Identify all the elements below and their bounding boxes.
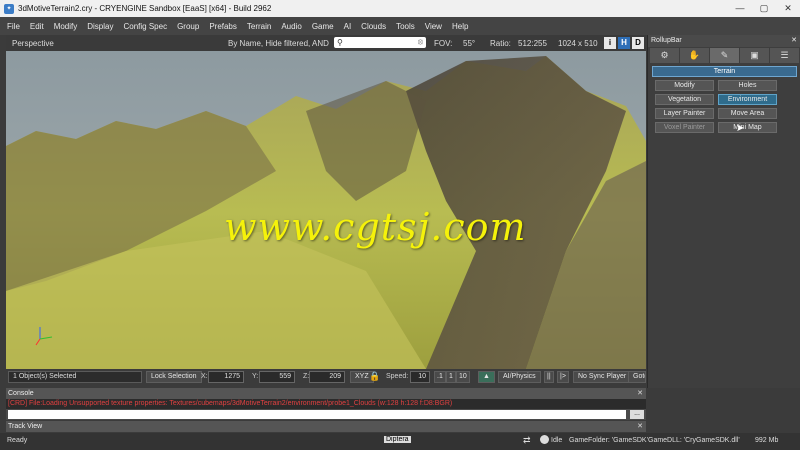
console-title: Console bbox=[8, 390, 34, 397]
menu-display[interactable]: Display bbox=[82, 22, 118, 31]
fov-value[interactable]: 55° bbox=[463, 39, 475, 48]
layers-icon[interactable]: ☰ bbox=[770, 48, 799, 63]
console-options-button[interactable]: ... bbox=[630, 410, 644, 419]
viewport-search-input[interactable]: ⚲ ⦻ bbox=[334, 37, 426, 48]
terrain-section-header[interactable]: Terrain bbox=[652, 66, 797, 77]
viewport-header: Perspective By Name, Hide filtered, AND … bbox=[6, 35, 646, 51]
info-button[interactable]: i bbox=[604, 37, 616, 49]
status-light-icon bbox=[540, 435, 549, 444]
console-input[interactable] bbox=[8, 410, 626, 419]
speed-preset-10[interactable]: 10 bbox=[456, 371, 470, 383]
menu-group[interactable]: Group bbox=[172, 22, 204, 31]
terrain-tab-brush-icon[interactable]: ✎ bbox=[710, 48, 739, 63]
step-button[interactable]: |> bbox=[557, 371, 569, 383]
menu-help[interactable]: Help bbox=[447, 22, 473, 31]
shuffle-icon: ⇄ bbox=[523, 435, 531, 445]
search-icon: ⚲ bbox=[337, 38, 343, 47]
x-label: X: bbox=[201, 373, 208, 380]
viewport-filter-label[interactable]: By Name, Hide filtered, AND bbox=[228, 39, 329, 48]
menu-terrain[interactable]: Terrain bbox=[242, 22, 276, 31]
menu-config-spec[interactable]: Config Spec bbox=[118, 22, 172, 31]
window-titlebar: ✦ 3dMotiveTerrain2.cry - CRYENGINE Sandb… bbox=[0, 0, 800, 17]
trackview-title: Track View bbox=[8, 423, 43, 430]
speed-preset-1[interactable]: 1 bbox=[446, 371, 456, 383]
menu-audio[interactable]: Audio bbox=[276, 22, 306, 31]
rollup-header: RollupBar ✕ bbox=[648, 35, 800, 47]
vegetation-button[interactable]: Vegetation bbox=[655, 94, 714, 105]
lock-icon[interactable]: 🔒 bbox=[369, 371, 380, 382]
close-button[interactable]: ✕ bbox=[776, 3, 800, 14]
console-log: [CRD] File:Loading Unsupported texture p… bbox=[6, 399, 646, 409]
menu-modify[interactable]: Modify bbox=[49, 22, 83, 31]
status-game-folder: GameFolder: 'GameSDK' bbox=[569, 437, 648, 444]
mouse-cursor-icon: ➤ bbox=[736, 123, 745, 134]
status-idle: Idle bbox=[551, 437, 563, 444]
hand-icon[interactable]: ✋ bbox=[680, 48, 709, 63]
app-icon: ✦ bbox=[4, 3, 14, 14]
status-bar: Ready Diptera ⇄ Idle GameFolder: 'GameSD… bbox=[0, 433, 800, 450]
voxel-painter-button[interactable]: Voxel Painter bbox=[655, 122, 714, 133]
menu-edit[interactable]: Edit bbox=[25, 22, 49, 31]
clear-search-icon[interactable]: ⦻ bbox=[418, 37, 423, 47]
status-ready: Ready bbox=[7, 437, 28, 444]
perspective-viewport[interactable]: www.cgtsj.com bbox=[6, 51, 646, 369]
helpers-button[interactable]: H bbox=[618, 37, 630, 49]
fov-label: FOV: bbox=[434, 38, 453, 48]
menu-ai[interactable]: AI bbox=[339, 22, 357, 31]
console-input-row: ... bbox=[6, 409, 646, 420]
console-header: Console ✕ bbox=[6, 388, 646, 399]
rollup-tabs: ⚙ ✋ ✎ ▣ ☰ bbox=[650, 48, 799, 64]
close-icon[interactable]: ✕ bbox=[637, 421, 643, 432]
rollup-title: RollupBar bbox=[651, 37, 682, 44]
minimize-button[interactable]: — bbox=[728, 3, 752, 14]
menu-file[interactable]: File bbox=[2, 22, 25, 31]
menu-game[interactable]: Game bbox=[307, 22, 339, 31]
status-memory: 992 Mb bbox=[755, 437, 779, 444]
modify-button[interactable]: Modify bbox=[655, 80, 714, 91]
lock-selection-button[interactable]: Lock Selection bbox=[146, 371, 202, 383]
menu-bar: File Edit Modify Display Config Spec Gro… bbox=[0, 17, 800, 35]
maximize-button[interactable]: ▢ bbox=[752, 3, 776, 14]
viewport-title[interactable]: Perspective bbox=[12, 39, 54, 48]
speed-input[interactable]: 10 bbox=[410, 371, 430, 383]
display-icon[interactable]: ▣ bbox=[740, 48, 769, 63]
watermark-text: www.cgtsj.com bbox=[224, 205, 527, 249]
axis-gizmo-icon bbox=[35, 327, 53, 346]
ratio-label: Ratio: bbox=[490, 38, 511, 48]
x-coordinate-input[interactable]: 1275 bbox=[208, 371, 244, 383]
y-label: Y: bbox=[252, 373, 259, 380]
move-area-button[interactable]: Move Area bbox=[718, 108, 777, 119]
speed-label: Speed: bbox=[386, 373, 409, 380]
status-center: Diptera bbox=[384, 436, 411, 443]
trackview-header[interactable]: Track View ✕ bbox=[6, 421, 646, 432]
holes-button[interactable]: Holes bbox=[718, 80, 777, 91]
rollup-bar: RollupBar ✕ ⚙ ✋ ✎ ▣ ☰ Terrain Modify Hol… bbox=[647, 35, 800, 388]
speed-preset-01[interactable]: .1 bbox=[434, 371, 446, 383]
sync-player-button[interactable]: No Sync Player bbox=[573, 371, 632, 383]
menu-clouds[interactable]: Clouds bbox=[356, 22, 391, 31]
mini-map-button[interactable]: Mini Map bbox=[718, 122, 777, 133]
menu-prefabs[interactable]: Prefabs bbox=[204, 22, 242, 31]
window-title: 3dMotiveTerrain2.cry - CRYENGINE Sandbox… bbox=[18, 4, 272, 13]
selection-count: 1 Object(s) Selected bbox=[8, 371, 142, 383]
layer-painter-button[interactable]: Layer Painter bbox=[655, 108, 714, 119]
close-icon[interactable]: ✕ bbox=[791, 35, 797, 47]
resolution-value: 1024 x 510 bbox=[558, 38, 598, 48]
display-button[interactable]: D bbox=[632, 37, 644, 49]
terrain-follow-icon[interactable]: ▲ bbox=[478, 371, 495, 383]
menu-tools[interactable]: Tools bbox=[391, 22, 420, 31]
objects-tab-gear-icon[interactable]: ⚙ bbox=[650, 48, 679, 63]
y-coordinate-input[interactable]: 559 bbox=[259, 371, 295, 383]
ratio-value: 512:255 bbox=[518, 38, 547, 48]
status-game-dll: GameDLL: 'CryGameSDK.dll' bbox=[648, 437, 740, 444]
goto-position-button[interactable]: Goto p bbox=[628, 371, 646, 383]
status-toolbar: 1 Object(s) Selected Lock Selection X: 1… bbox=[6, 369, 646, 386]
menu-view[interactable]: View bbox=[420, 22, 447, 31]
ai-physics-button[interactable]: AI/Physics bbox=[498, 371, 541, 383]
z-coordinate-input[interactable]: 209 bbox=[309, 371, 345, 383]
environment-button[interactable]: Environment bbox=[718, 94, 777, 105]
pause-button[interactable]: || bbox=[544, 371, 554, 383]
close-icon[interactable]: ✕ bbox=[637, 388, 643, 399]
